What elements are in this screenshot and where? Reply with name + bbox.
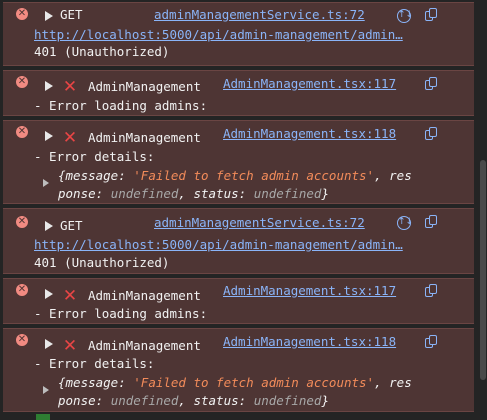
copy-icon[interactable]: [424, 8, 438, 22]
component-name: AdminManagement: [88, 79, 201, 94]
error-circle-icon: ✕: [16, 8, 28, 20]
console-message-network-error: ✕ GET adminManagementService.ts:72 ↑↓ ht…: [3, 2, 474, 66]
status-text: 401 (Unauthorized): [34, 255, 170, 270]
error-message: - Error loading admins:: [34, 98, 208, 113]
expand-object-triangle-icon[interactable]: [43, 386, 49, 394]
request-url-link[interactable]: http://localhost:5000/api/admin-manageme…: [34, 27, 444, 42]
console-prompt-marker: [36, 414, 50, 420]
error-circle-icon: ✕: [16, 284, 28, 296]
cross-icon: ✕: [62, 128, 78, 148]
scrollbar[interactable]: [477, 0, 487, 420]
error-object-line-2[interactable]: ponse: undefined, status: undefined}: [58, 392, 474, 409]
cross-icon: ✕: [62, 77, 78, 97]
expand-triangle-icon[interactable]: [45, 289, 53, 299]
console-message-error: ✕ ✕ AdminManagement AdminManagement.tsx:…: [3, 328, 474, 412]
expand-triangle-icon[interactable]: [45, 11, 53, 21]
error-circle-icon: ✕: [16, 126, 28, 138]
copy-icon[interactable]: [424, 77, 438, 91]
status-text: 401 (Unauthorized): [34, 44, 170, 59]
error-object-line-1[interactable]: {message: 'Failed to fetch admin account…: [58, 374, 474, 391]
source-link[interactable]: AdminManagement.tsx:117: [223, 283, 396, 298]
error-message: - Error details:: [34, 356, 155, 371]
request-method: GET: [60, 7, 83, 22]
component-name: AdminManagement: [88, 338, 201, 353]
request-method: GET: [60, 218, 83, 233]
network-request-icon[interactable]: ↑↓: [397, 9, 413, 23]
expand-triangle-icon[interactable]: [45, 81, 53, 91]
source-link[interactable]: adminManagementService.ts:72: [154, 215, 365, 230]
request-url-link[interactable]: http://localhost:5000/api/admin-manageme…: [34, 237, 444, 252]
source-link[interactable]: AdminManagement.tsx:117: [223, 76, 396, 91]
copy-icon[interactable]: [424, 127, 438, 141]
error-circle-icon: ✕: [16, 76, 28, 88]
error-object-line-1[interactable]: {message: 'Failed to fetch admin account…: [58, 167, 474, 184]
scrollbar-thumb[interactable]: [480, 160, 486, 380]
expand-triangle-icon[interactable]: [45, 221, 53, 231]
console-panel: ✕ GET adminManagementService.ts:72 ↑↓ ht…: [0, 0, 487, 420]
source-link[interactable]: AdminManagement.tsx:118: [223, 334, 396, 349]
error-circle-icon: ✕: [16, 216, 28, 228]
expand-triangle-icon[interactable]: [45, 339, 53, 349]
console-message-error: ✕ ✕ AdminManagement AdminManagement.tsx:…: [3, 70, 474, 116]
component-name: AdminManagement: [88, 130, 201, 145]
expand-triangle-icon[interactable]: [45, 131, 53, 141]
error-message: - Error details:: [34, 149, 155, 164]
cross-icon: ✕: [62, 336, 78, 356]
error-circle-icon: ✕: [16, 334, 28, 346]
console-message-error: ✕ ✕ AdminManagement AdminManagement.tsx:…: [3, 278, 474, 324]
copy-icon[interactable]: [424, 215, 438, 229]
source-link[interactable]: adminManagementService.ts:72: [154, 7, 365, 22]
component-name: AdminManagement: [88, 288, 201, 303]
cross-icon: ✕: [62, 286, 78, 306]
source-link[interactable]: AdminManagement.tsx:118: [223, 126, 396, 141]
copy-icon[interactable]: [424, 335, 438, 349]
copy-icon[interactable]: [424, 284, 438, 298]
network-request-icon[interactable]: ↑↓: [397, 216, 413, 230]
console-message-network-error: ✕ GET adminManagementService.ts:72 ↑↓ ht…: [3, 208, 474, 274]
expand-object-triangle-icon[interactable]: [43, 179, 49, 187]
error-message: - Error loading admins:: [34, 306, 208, 321]
error-object-line-2[interactable]: ponse: undefined, status: undefined}: [58, 185, 474, 202]
console-message-error: ✕ ✕ AdminManagement AdminManagement.tsx:…: [3, 120, 474, 204]
